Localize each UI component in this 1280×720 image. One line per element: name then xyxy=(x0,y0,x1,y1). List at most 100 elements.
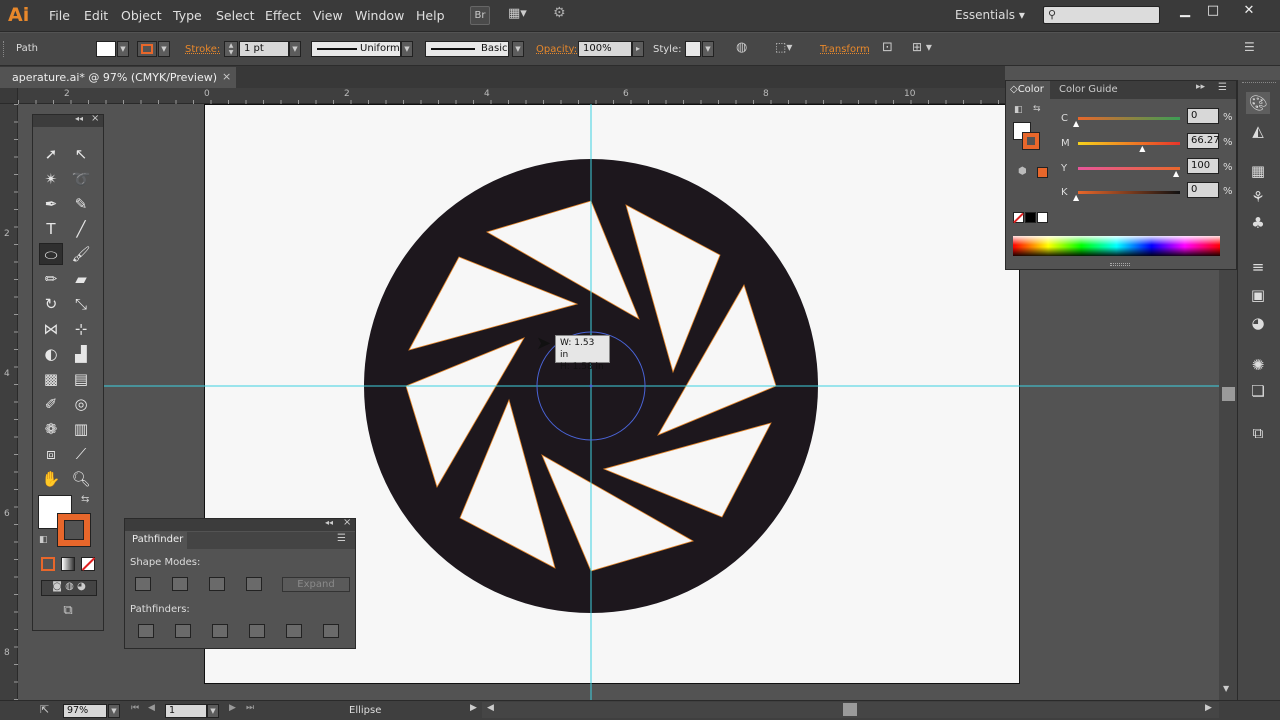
status-icon[interactable]: ⇱ xyxy=(40,703,49,716)
rotate-tool-icon[interactable]: ↻ xyxy=(39,293,63,315)
first-artboard-icon[interactable]: ⏮ xyxy=(131,703,139,713)
intersect-icon[interactable] xyxy=(209,577,225,591)
panel-menu-icon[interactable]: ☰ xyxy=(1218,82,1227,93)
color-spectrum[interactable] xyxy=(1013,236,1220,256)
zoom-tool-icon[interactable]: 🔍︎ xyxy=(69,468,93,490)
stroke-panel-link[interactable]: Stroke: xyxy=(185,44,220,55)
gpu-performance-icon[interactable]: ⚙ xyxy=(553,5,575,25)
c-slider-track[interactable] xyxy=(1078,117,1180,120)
menu-help[interactable]: Help xyxy=(416,8,445,23)
stroke-swatch[interactable] xyxy=(137,41,157,57)
menu-effect[interactable]: Effect xyxy=(265,8,301,23)
drawing-modes-icon[interactable]: ◙ ◍ ◕ xyxy=(41,580,97,596)
ruler-origin[interactable] xyxy=(0,88,18,104)
zoom-dropdown[interactable]: ▼ xyxy=(108,704,120,718)
expand-button[interactable]: Expand xyxy=(282,577,350,592)
minus-front-icon[interactable] xyxy=(172,577,188,591)
dock-grip[interactable] xyxy=(1242,82,1276,88)
menu-window[interactable]: Window xyxy=(355,8,404,23)
k-value-field[interactable]: 0 xyxy=(1187,182,1219,198)
merge-icon[interactable] xyxy=(212,624,228,638)
variable-width-profile[interactable]: Uniform xyxy=(311,41,401,57)
m-slider-thumb[interactable]: ▲ xyxy=(1139,144,1145,153)
color-panel-icon[interactable]: 🎨︎ xyxy=(1246,92,1270,114)
menu-file[interactable]: File xyxy=(49,8,70,23)
trim-icon[interactable] xyxy=(175,624,191,638)
y-slider-track[interactable] xyxy=(1078,167,1180,170)
screen-mode-icon[interactable]: ⧉ xyxy=(57,603,79,621)
white-swatch[interactable] xyxy=(1037,212,1048,223)
k-slider-track[interactable] xyxy=(1078,191,1180,194)
opacity-panel-link[interactable]: Opacity: xyxy=(536,44,577,55)
collapse-icon[interactable]: ◂◂ xyxy=(325,518,333,527)
zoom-field[interactable]: 97% xyxy=(63,704,107,718)
curvature-tool-icon[interactable]: ✎ xyxy=(69,193,93,215)
symbol-sprayer-tool-icon[interactable]: ❁ xyxy=(39,418,63,440)
gradient-icon[interactable]: ▣ xyxy=(1246,284,1270,306)
crop-icon[interactable] xyxy=(249,624,265,638)
tab-color[interactable]: ◇Color xyxy=(1006,81,1050,99)
next-artboard-icon[interactable]: ▶ xyxy=(229,703,236,713)
graphic-style-swatch[interactable] xyxy=(685,41,701,57)
bridge-button[interactable]: Br xyxy=(470,6,490,25)
align-to-icon[interactable]: ⬚▾ xyxy=(775,40,801,56)
horizontal-ruler[interactable]: 2 0 2 4 6 8 10 xyxy=(18,88,1005,104)
brush-dropdown[interactable]: ▼ xyxy=(512,41,524,57)
symbols-icon[interactable]: ♣ xyxy=(1246,212,1270,234)
color-mode-icon[interactable] xyxy=(41,557,55,571)
stroke-weight-stepper[interactable]: ▲ ▼ xyxy=(224,41,238,57)
help-search-input[interactable]: ⚲ xyxy=(1043,6,1160,24)
scroll-left-icon[interactable]: ◀ xyxy=(487,703,494,713)
panel-close-icon[interactable]: × xyxy=(343,517,351,528)
out-of-gamut-icon[interactable]: ⬢ xyxy=(1018,166,1027,177)
graphic-styles-icon[interactable]: ❏ xyxy=(1246,380,1270,402)
tab-color-guide[interactable]: Color Guide xyxy=(1059,84,1118,95)
stroke-weight-dropdown[interactable]: ▼ xyxy=(289,41,301,57)
none-swatch[interactable] xyxy=(1013,212,1024,224)
scroll-thumb[interactable] xyxy=(1222,387,1235,401)
control-bar-grip[interactable] xyxy=(3,41,6,57)
m-value-field[interactable]: 66.27 xyxy=(1187,133,1220,149)
profile-dropdown[interactable]: ▼ xyxy=(401,41,413,57)
c-value-field[interactable]: 0 xyxy=(1187,108,1219,124)
previous-artboard-icon[interactable]: ◀ xyxy=(148,703,155,713)
perspective-grid-tool-icon[interactable]: ▟ xyxy=(69,343,93,365)
stroke-color-box[interactable] xyxy=(57,513,91,547)
divide-icon[interactable] xyxy=(138,624,154,638)
maximize-button[interactable]: □ xyxy=(1200,3,1226,23)
unite-icon[interactable] xyxy=(135,577,151,591)
type-tool-icon[interactable]: T xyxy=(39,218,63,240)
slice-tool-icon[interactable]: ⟋ xyxy=(69,443,93,465)
eyedropper-tool-icon[interactable]: ✐ xyxy=(39,393,63,415)
panel-resize-grip[interactable] xyxy=(1110,263,1130,266)
menu-object[interactable]: Object xyxy=(121,8,162,23)
pen-tool-icon[interactable]: ✒ xyxy=(39,193,63,215)
direct-selection-tool-icon[interactable]: ↖ xyxy=(69,143,93,165)
default-colors-icon[interactable]: ◧ xyxy=(1014,105,1023,115)
magic-wand-tool-icon[interactable]: ✴ xyxy=(39,168,63,190)
stroke-color-box[interactable] xyxy=(1022,132,1040,150)
tools-panel-header[interactable]: ◂◂ × xyxy=(33,113,103,127)
vertical-ruler[interactable]: 2 4 6 8 xyxy=(0,88,18,700)
scroll-thumb[interactable] xyxy=(843,703,857,716)
eraser-tool-icon[interactable]: ▰ xyxy=(69,268,93,290)
arrange-icon[interactable]: ⊞ ▾ xyxy=(912,40,942,56)
stroke-icon[interactable]: ≡ xyxy=(1246,256,1270,278)
arrange-documents-icon[interactable]: ▦▾ xyxy=(508,6,538,25)
document-tab[interactable]: aperature.ai* @ 97% (CMYK/Preview) × xyxy=(0,67,236,88)
selection-tool-icon[interactable]: ➚ xyxy=(39,143,63,165)
horizontal-scrollbar[interactable]: ◀ ▶ xyxy=(482,702,1219,718)
artboard-number-field[interactable]: 1 xyxy=(165,704,207,718)
menu-edit[interactable]: Edit xyxy=(84,8,108,23)
width-tool-icon[interactable]: ⋈ xyxy=(39,318,63,340)
appearance-icon[interactable]: ✺ xyxy=(1246,354,1270,376)
panel-menu-icon[interactable]: ☰ xyxy=(337,533,346,544)
transparency-icon[interactable]: ◕ xyxy=(1246,312,1270,334)
isolate-object-icon[interactable]: ⊡ xyxy=(882,40,898,56)
k-slider-thumb[interactable]: ▲ xyxy=(1073,193,1079,202)
m-slider-track[interactable] xyxy=(1078,142,1180,145)
y-slider-thumb[interactable]: ▲ xyxy=(1173,169,1179,178)
brushes-icon[interactable]: ⚘ xyxy=(1246,186,1270,208)
color-guide-icon[interactable]: ◭ xyxy=(1246,120,1270,142)
workspace-switcher[interactable]: Essentials ▾ xyxy=(955,8,1025,22)
